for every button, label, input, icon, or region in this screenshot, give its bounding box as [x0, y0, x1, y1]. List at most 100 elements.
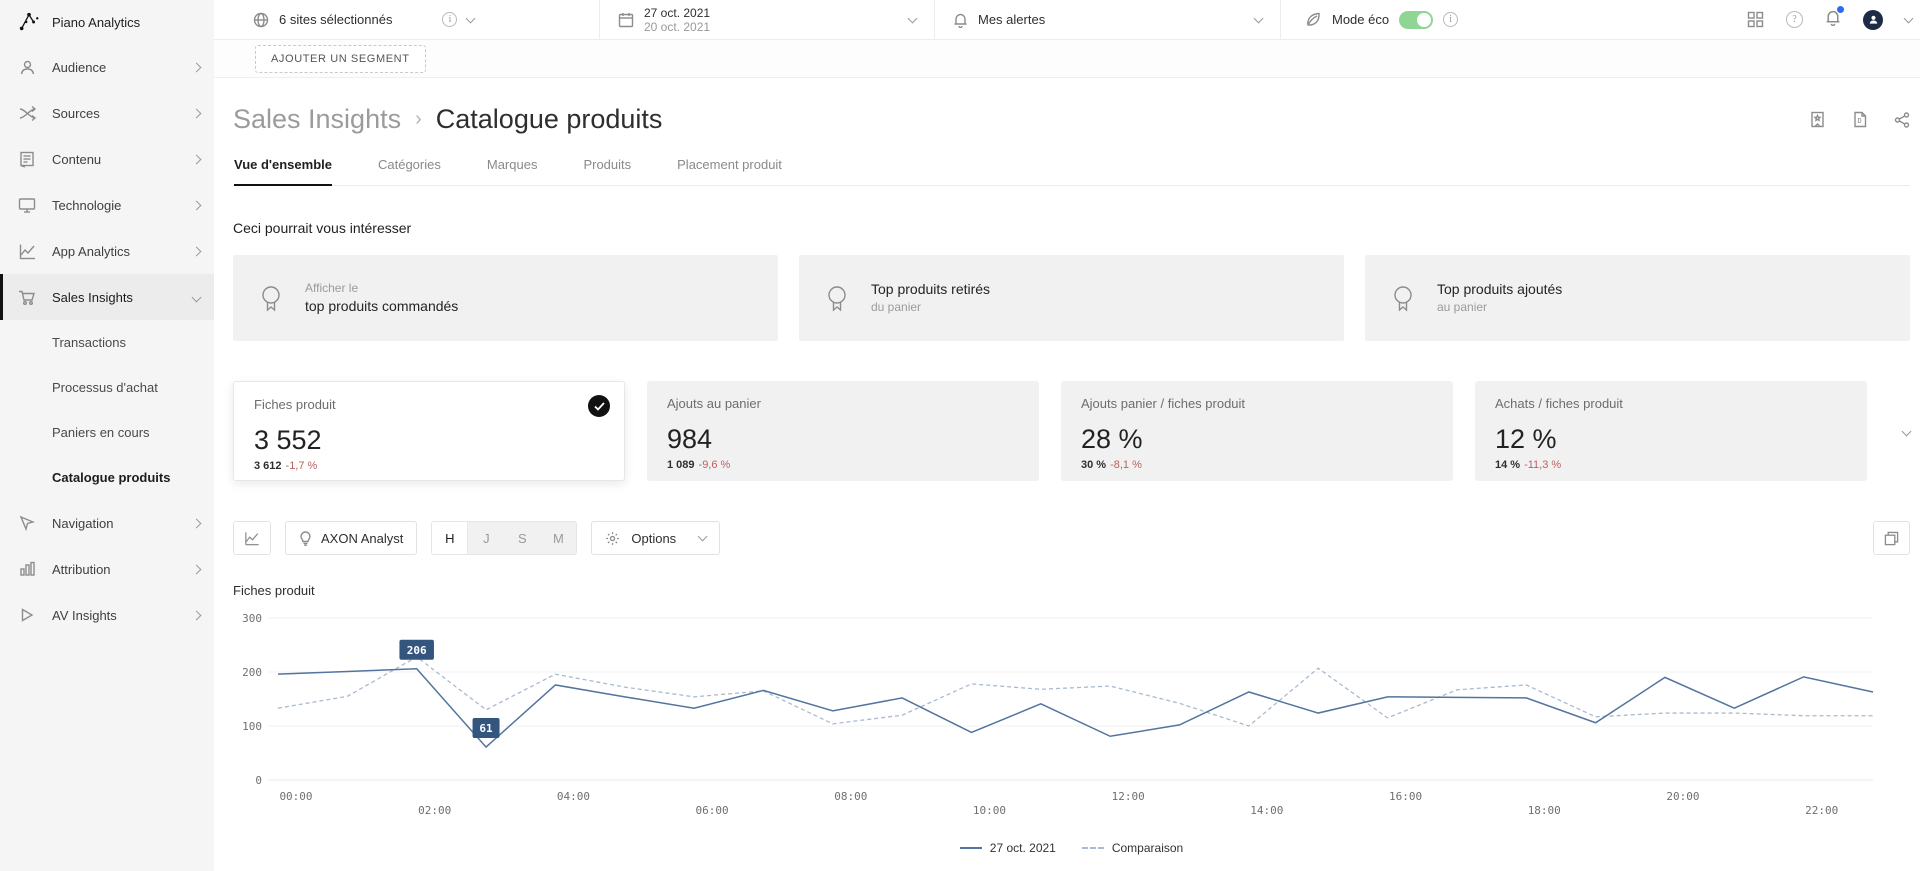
kpi-expand-chevron[interactable]	[1903, 422, 1910, 440]
medal-icon	[825, 284, 849, 312]
sidebar-item-contenu[interactable]: Contenu	[0, 136, 214, 182]
dashed-line-swatch	[1082, 847, 1104, 849]
monitor-icon	[18, 196, 36, 214]
breadcrumb-parent[interactable]: Sales Insights	[233, 104, 401, 135]
chevron-down-icon	[1254, 13, 1264, 23]
granularity-month[interactable]: M	[540, 522, 576, 554]
bookmark-button[interactable]	[1809, 111, 1826, 128]
granularity-switch: H J S M	[431, 521, 577, 555]
chevron-down-icon[interactable]	[1904, 13, 1914, 23]
sidebar-item-attribution[interactable]: Attribution	[0, 546, 214, 592]
chart-title: Fiches produit	[233, 583, 1910, 598]
chevron-right-icon	[193, 514, 200, 532]
copy-data-button[interactable]	[1873, 521, 1910, 555]
granularity-day[interactable]: J	[468, 522, 504, 554]
person-icon	[18, 58, 36, 76]
app-logo[interactable]: Piano Analytics	[0, 0, 214, 44]
svg-text:20:00: 20:00	[1666, 790, 1699, 803]
chevron-right-icon	[193, 150, 200, 168]
sidebar-item-navigation[interactable]: Navigation	[0, 500, 214, 546]
shuffle-icon	[18, 104, 36, 122]
axon-analyst-button[interactable]: AXON Analyst	[285, 521, 417, 555]
export-report-button[interactable]: D	[1852, 111, 1868, 128]
fiches-produit-chart[interactable]: 010020030000:0002:0004:0006:0008:0010:00…	[233, 600, 1910, 833]
svg-text:100: 100	[242, 720, 262, 733]
sidebar: Piano Analytics Audience Sources Contenu…	[0, 0, 214, 871]
alerts-menu[interactable]: Mes alertes	[935, 0, 1281, 39]
kpi-card-achats-fiches[interactable]: Achats / fiches produit 12 % 14 %-11,3 %	[1475, 381, 1867, 481]
tab-categories[interactable]: Catégories	[378, 157, 441, 185]
info-icon[interactable]: i	[442, 12, 457, 27]
leaf-icon	[1305, 11, 1322, 28]
chart-type-button[interactable]	[233, 521, 271, 555]
kpi-card-ajouts-panier-fiches[interactable]: Ajouts panier / fiches produit 28 % 30 %…	[1061, 381, 1453, 481]
suggestion-card-top-commandes[interactable]: Afficher le top produits commandés	[233, 255, 778, 341]
bar-chart-icon	[18, 560, 36, 578]
apps-grid-icon[interactable]	[1747, 11, 1764, 28]
line-chart-icon	[244, 531, 260, 546]
page-title: Catalogue produits	[436, 104, 663, 135]
chevron-right-icon	[193, 196, 200, 214]
suggestion-card-top-retires[interactable]: Top produits retirés du panier	[799, 255, 1344, 341]
sidebar-item-catalogue-produits[interactable]: Catalogue produits	[0, 455, 214, 500]
options-dropdown[interactable]: Options	[591, 521, 720, 555]
svg-text:08:00: 08:00	[834, 790, 867, 803]
kpi-card-fiches-produit[interactable]: Fiches produit 3 552 3 612-1,7 %	[233, 381, 625, 481]
svg-text:206: 206	[407, 644, 427, 657]
eco-mode-control: Mode éco i	[1281, 0, 1476, 39]
add-segment-button[interactable]: AJOUTER UN SEGMENT	[255, 45, 426, 73]
suggestion-card-top-ajoutes[interactable]: Top produits ajoutés au panier	[1365, 255, 1910, 341]
globe-icon	[253, 12, 269, 28]
granularity-hour[interactable]: H	[432, 522, 468, 554]
medal-icon	[259, 284, 283, 312]
legend-item-comparison[interactable]: Comparaison	[1082, 841, 1183, 855]
site-selector[interactable]: 6 sites sélectionnés i	[214, 0, 600, 39]
suggestion-cards: Afficher le top produits commandés Top p…	[233, 255, 1910, 341]
chevron-right-icon	[193, 104, 200, 122]
notifications-button[interactable]	[1825, 9, 1841, 31]
chevron-down-icon	[193, 288, 200, 306]
sidebar-item-technologie[interactable]: Technologie	[0, 182, 214, 228]
tab-produits[interactable]: Produits	[583, 157, 631, 185]
sidebar-item-transactions[interactable]: Transactions	[0, 320, 214, 365]
tab-vue-densemble[interactable]: Vue d'ensemble	[234, 157, 332, 185]
eco-mode-label: Mode éco	[1332, 12, 1389, 27]
avatar[interactable]	[1863, 10, 1883, 30]
chevron-right-icon	[193, 560, 200, 578]
chart-toolbar: AXON Analyst H J S M Options	[233, 521, 1910, 555]
kpi-card-ajouts-panier[interactable]: Ajouts au panier 984 1 089-9,6 %	[647, 381, 1039, 481]
svg-text:18:00: 18:00	[1528, 804, 1561, 817]
sidebar-item-audience[interactable]: Audience	[0, 44, 214, 90]
sidebar-item-paniers-en-cours[interactable]: Paniers en cours	[0, 410, 214, 455]
help-icon[interactable]: ?	[1786, 11, 1803, 28]
cursor-icon	[18, 514, 36, 532]
granularity-week[interactable]: S	[504, 522, 540, 554]
info-icon[interactable]: i	[1443, 12, 1458, 27]
tab-placement-produit[interactable]: Placement produit	[677, 157, 782, 185]
sidebar-item-av-insights[interactable]: AV Insights	[0, 592, 214, 638]
sidebar-item-app-analytics[interactable]: App Analytics	[0, 228, 214, 274]
copy-icon	[1884, 531, 1899, 546]
gear-icon	[605, 531, 620, 546]
sidebar-item-sources[interactable]: Sources	[0, 90, 214, 136]
breadcrumb: Sales Insights › Catalogue produits D	[233, 104, 1910, 135]
piano-analytics-logo-icon	[18, 11, 40, 33]
chevron-right-icon	[193, 606, 200, 624]
legend-item-current[interactable]: 27 oct. 2021	[960, 841, 1056, 855]
line-chart-icon	[18, 242, 36, 260]
tab-bar: Vue d'ensemble Catégories Marques Produi…	[233, 157, 1910, 186]
date-range-picker[interactable]: 27 oct. 2021 20 oct. 2021	[600, 0, 935, 39]
share-button[interactable]	[1894, 112, 1910, 128]
lightbulb-icon	[299, 530, 312, 546]
sidebar-item-processus-achat[interactable]: Processus d'achat	[0, 365, 214, 410]
chevron-down-icon[interactable]	[466, 13, 476, 23]
chevron-down-icon	[698, 532, 708, 542]
svg-text:16:00: 16:00	[1389, 790, 1422, 803]
eco-mode-toggle[interactable]	[1399, 11, 1433, 29]
solid-line-swatch	[960, 847, 982, 849]
tab-marques[interactable]: Marques	[487, 157, 538, 185]
alerts-label: Mes alertes	[978, 12, 1045, 27]
sidebar-item-sales-insights[interactable]: Sales Insights	[0, 274, 214, 320]
segment-bar: AJOUTER UN SEGMENT	[214, 40, 1920, 78]
svg-text:D: D	[1858, 117, 1862, 125]
